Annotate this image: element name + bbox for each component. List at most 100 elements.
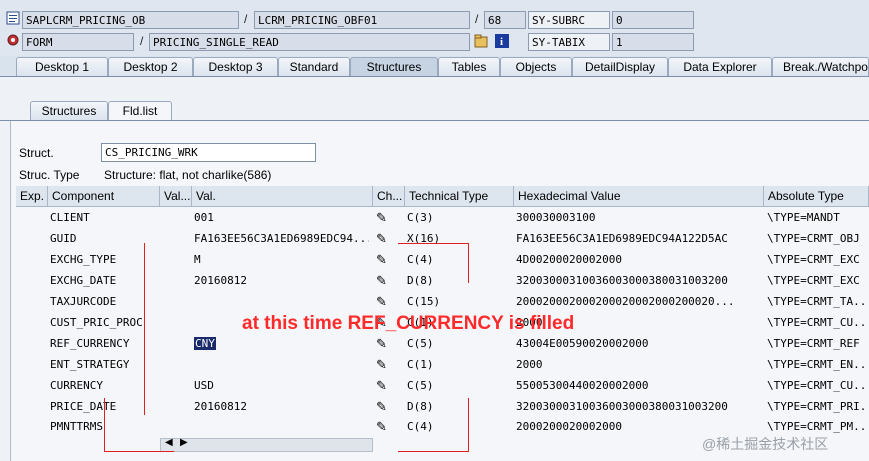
separator: / [140, 34, 144, 48]
hex-cell: FA163EE56C3A1ED6989EDC94A122D5AC [516, 232, 728, 245]
program-field: SAPLCRM_PRICING_OB [22, 11, 239, 29]
col-header-absolute-type[interactable]: Absolute Type [764, 186, 869, 207]
tech-type-cell: C(3) [407, 211, 434, 224]
hex-cell: 32003000310036003000380031003200 [516, 400, 728, 413]
type-field: FORM [22, 33, 134, 51]
component-cell: EXCHG_DATE [50, 274, 117, 287]
sytabix-value: 1 [612, 33, 694, 51]
component-cell: PMNTTRMS [50, 420, 103, 433]
svg-text:i: i [500, 36, 503, 48]
col-header-val-short[interactable]: Val... [160, 186, 192, 207]
hex-cell: 2000 [516, 358, 543, 371]
component-cell: CLIENT [50, 211, 90, 224]
pencil-icon[interactable]: ✎ [376, 397, 387, 417]
struct-type-value: Structure: flat, not charlike(586) [104, 168, 272, 182]
value-cell[interactable] [194, 417, 369, 437]
annotation-line [468, 243, 469, 283]
tech-type-cell: D(8) [407, 274, 434, 287]
value-cell[interactable]: M [194, 250, 369, 270]
pencil-icon[interactable]: ✎ [376, 271, 387, 291]
pencil-icon[interactable]: ✎ [376, 229, 387, 249]
component-cell: CURRENCY [50, 379, 103, 392]
value-cell[interactable] [194, 292, 369, 312]
include-field: LCRM_PRICING_OBF01 [254, 11, 470, 29]
col-header-change[interactable]: Ch... [373, 186, 405, 207]
annotation-line [104, 451, 174, 452]
value-cell[interactable]: 001 [194, 208, 369, 228]
value-cell[interactable]: CNY [194, 334, 369, 354]
struct-input[interactable]: CS_PRICING_WRK [101, 143, 316, 162]
tab-desktop-3[interactable]: Desktop 3 [193, 57, 278, 76]
tech-type-cell: C(15) [407, 295, 441, 308]
pencil-icon[interactable]: ✎ [376, 355, 387, 375]
program-icon [6, 11, 20, 25]
annotation-line [144, 243, 145, 415]
tab-breakpoints-watchpoints[interactable]: Break./Watchpo [772, 57, 869, 76]
scroll-right-icon[interactable]: ▶ [180, 437, 188, 448]
tech-type-cell: C(1) [407, 358, 434, 371]
hex-cell: 32003000310036003000380031003200 [516, 274, 728, 287]
folder-icon[interactable] [474, 34, 488, 48]
col-header-component[interactable]: Component [48, 186, 160, 207]
struct-type-label: Struc. Type [19, 168, 80, 182]
pencil-icon[interactable]: ✎ [376, 334, 387, 354]
separator: / [475, 12, 479, 26]
separator: / [244, 12, 248, 26]
tab-detaildisplay[interactable]: DetailDisplay [572, 57, 668, 76]
info-icon[interactable]: i [495, 34, 509, 48]
pencil-icon[interactable]: ✎ [376, 376, 387, 396]
abs-type-cell: \TYPE=CRMT_CU... [767, 316, 869, 329]
hex-cell: 43004E00590020002000 [516, 337, 649, 350]
tab-structures[interactable]: Structures [350, 57, 438, 76]
tab-data-explorer[interactable]: Data Explorer [668, 57, 772, 76]
component-cell: TAXJURCODE [50, 295, 117, 308]
col-header-val[interactable]: Val. [192, 186, 373, 207]
value-cell[interactable]: 20160812 [194, 397, 369, 417]
tech-type-cell: X(16) [407, 232, 441, 245]
value-column-scrollbar[interactable] [160, 438, 373, 452]
component-cell: CUST_PRIC_PROC [50, 316, 143, 329]
component-cell: PRICE_DATE [50, 400, 117, 413]
component-cell: ENT_STRATEGY [50, 358, 130, 371]
pencil-icon[interactable]: ✎ [376, 292, 387, 312]
component-cell: GUID [50, 232, 77, 245]
component-cell: REF_CURRENCY [50, 337, 130, 350]
value-cell[interactable]: FA163EE56C3A1ED6989EDC94... [194, 229, 369, 249]
tab-tables[interactable]: Tables [438, 57, 500, 76]
tab-standard[interactable]: Standard [278, 57, 350, 76]
tab-desktop-2[interactable]: Desktop 2 [108, 57, 193, 76]
tab-desktop-1[interactable]: Desktop 1 [16, 57, 108, 76]
sysubrc-value: 0 [612, 11, 694, 29]
subtab-structures[interactable]: Structures [30, 101, 108, 120]
abs-type-cell: \TYPE=CRMT_PRI... [767, 400, 869, 413]
annotation-line [398, 451, 468, 452]
struct-label: Struct. [19, 146, 54, 160]
subtab-fld-list[interactable]: Fld.list [108, 101, 172, 120]
col-header-technical-type[interactable]: Technical Type [405, 186, 514, 207]
watermark: @稀土掘金技术社区 [702, 436, 829, 452]
col-header-exp[interactable]: Exp. [16, 186, 48, 207]
annotation-line [468, 398, 469, 452]
hex-cell: 4D00200020002000 [516, 253, 622, 266]
value-cell[interactable]: USD [194, 376, 369, 396]
component-cell: EXCHG_TYPE [50, 253, 117, 266]
tech-type-cell: C(4) [407, 420, 434, 433]
annotation-line [104, 398, 105, 452]
pencil-icon[interactable]: ✎ [376, 250, 387, 270]
hex-cell: 200020002000200020002000200020... [516, 295, 735, 308]
value-cell[interactable]: 20160812 [194, 271, 369, 291]
pencil-icon[interactable]: ✎ [376, 208, 387, 228]
line-field: 68 [484, 11, 526, 29]
pencil-icon[interactable]: ✎ [376, 417, 387, 437]
annotation-line [398, 243, 468, 244]
abs-type-cell: \TYPE=CRMT_REF [767, 337, 860, 350]
tech-type-cell: C(4) [407, 253, 434, 266]
tech-type-cell: D(8) [407, 400, 434, 413]
abs-type-cell: \TYPE=CRMT_CU... [767, 379, 869, 392]
tab-objects[interactable]: Objects [500, 57, 572, 76]
value-cell[interactable] [194, 355, 369, 375]
annotation-text: at this time REF_CURRENCY is filled [242, 313, 575, 334]
abs-type-cell: \TYPE=CRMT_EN... [767, 358, 869, 371]
scroll-left-icon[interactable]: ◀ [165, 437, 173, 448]
col-header-hex-value[interactable]: Hexadecimal Value [514, 186, 764, 207]
